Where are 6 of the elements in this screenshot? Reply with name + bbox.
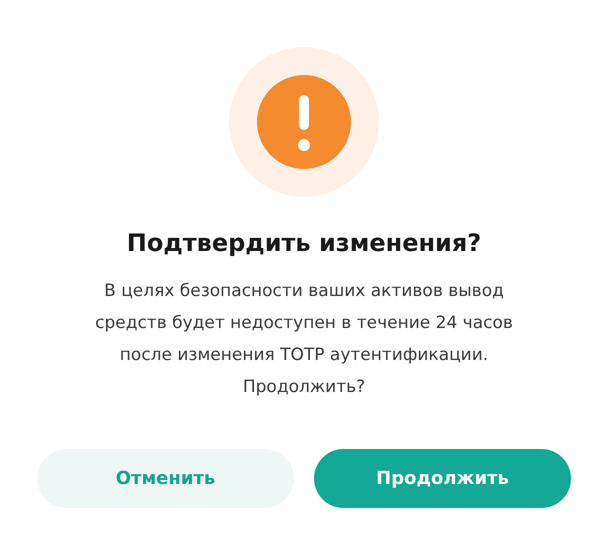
dialog-title: Подтвердить изменения? [126, 228, 482, 259]
dialog-question: Продолжить? [242, 376, 366, 399]
dialog-message: В целях безопасности ваших активов вывод средств будет недоступен в течение 24 часов после изменения TOTP аутентификации. [94, 280, 514, 367]
cancel-button[interactable]: Отменить [37, 449, 294, 508]
continue-button[interactable]: Продолжить [314, 449, 571, 508]
warning-icon [229, 47, 379, 197]
